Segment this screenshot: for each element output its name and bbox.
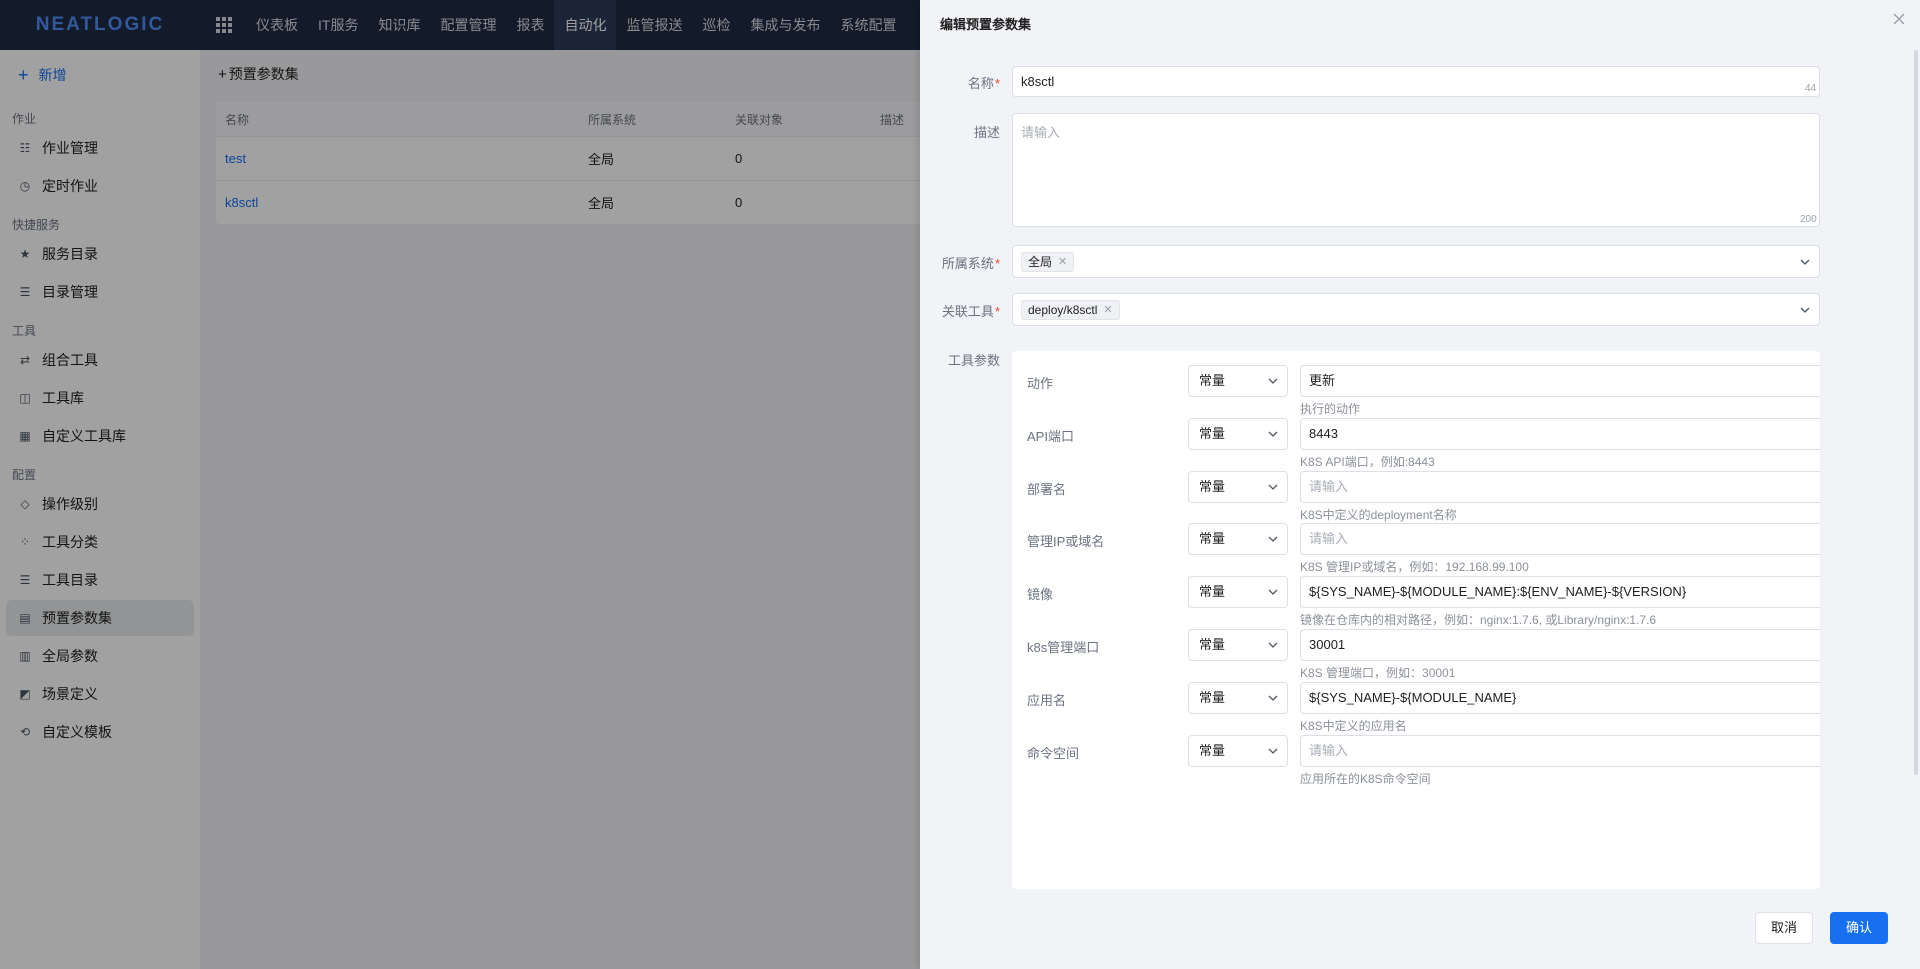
param-hint: K8S 管理端口，例如：30001 (1300, 666, 1456, 680)
chevron-down-icon (1799, 304, 1811, 316)
remove-tag-icon[interactable]: ✕ (1103, 303, 1112, 316)
param-hint: K8S API端口，例如:8443 (1300, 454, 1435, 469)
param-label: 部署名 (1027, 481, 1067, 497)
drawer-scrollbar[interactable] (1914, 50, 1918, 775)
param-type-select[interactable]: 常量 (1188, 365, 1288, 397)
close-icon[interactable] (1890, 12, 1908, 30)
drawer-title: 编辑预置参数集 (940, 17, 1032, 32)
chevron-down-icon (1267, 692, 1279, 704)
param-label: 镜像 (1027, 587, 1054, 603)
remove-tag-icon[interactable]: ✕ (1058, 255, 1067, 268)
param-type-select[interactable]: 常量 (1188, 681, 1288, 714)
desc-label: 描述 (973, 125, 1000, 140)
params-panel: 动作 常量 更新 执行的动作 API端口 常量 8443 K8S API端口，例如:8443 部… (1012, 351, 1820, 889)
param-label: API端口 (1027, 428, 1074, 444)
chevron-down-icon (1267, 639, 1279, 651)
param-row: 命令空间 常量 请输入应用所在的K8S命令空间 (1012, 734, 1820, 799)
system-label: 所属系统* (941, 256, 1000, 271)
chevron-down-icon (1267, 428, 1279, 440)
param-hint: K8S中定义的deployment名称 (1300, 507, 1457, 522)
param-hint: 执行的动作 (1300, 402, 1361, 416)
name-counter: 44 (1805, 83, 1817, 94)
param-value-input[interactable]: 请输入 (1300, 470, 1820, 503)
param-value-input[interactable]: 8443 (1300, 417, 1820, 450)
param-label: 应用名 (1027, 692, 1067, 708)
param-value-input[interactable]: 请输入 (1300, 523, 1820, 556)
param-hint: 应用所在的K8S命令空间 (1300, 771, 1431, 786)
param-type-select[interactable]: 常量 (1188, 523, 1288, 556)
desc-counter: 200 (1800, 214, 1817, 225)
cancel-button[interactable]: 取消 (1755, 912, 1813, 944)
tool-select[interactable]: deploy/k8sctl ✕ (1012, 293, 1820, 326)
param-value-input[interactable]: ${SYS_NAME}-${MODULE_NAME}:${ENV_NAME}-$… (1300, 576, 1820, 609)
chevron-down-icon (1267, 586, 1279, 598)
param-label: 动作 (1027, 376, 1054, 391)
params-label: 工具参数 (947, 353, 1000, 368)
param-hint: 镜像在仓库内的相对路径，例如：nginx:1.7.6, 或Library/ngi… (1300, 613, 1657, 628)
param-type-select[interactable]: 常量 (1188, 734, 1288, 767)
system-select[interactable]: 全局 ✕ (1012, 245, 1820, 278)
modal-overlay[interactable] (0, 0, 920, 969)
chevron-down-icon (1799, 256, 1811, 268)
chevron-down-icon (1267, 481, 1279, 493)
param-hint: K8S 管理IP或域名，例如：192.168.99.100 (1300, 560, 1529, 575)
tool-tag: deploy/k8sctl ✕ (1021, 299, 1120, 320)
param-type-select[interactable]: 常量 (1188, 629, 1288, 661)
param-label: 管理IP或域名 (1027, 534, 1105, 550)
chevron-down-icon (1267, 375, 1279, 387)
param-type-select[interactable]: 常量 (1188, 417, 1288, 450)
chevron-down-icon (1267, 533, 1279, 545)
name-label: 名称* (967, 76, 1000, 91)
desc-textarea[interactable]: 请输入 (1012, 113, 1820, 227)
name-input[interactable]: k8sctl (1012, 66, 1820, 97)
confirm-button[interactable]: 确认 (1830, 912, 1888, 944)
param-value-input[interactable]: 30001 (1300, 629, 1820, 661)
param-value-input[interactable]: 请输入 (1300, 734, 1820, 767)
param-label: k8s管理端口 (1027, 640, 1100, 655)
system-tag: 全局 ✕ (1021, 251, 1075, 272)
param-label: 命令空间 (1027, 745, 1080, 761)
param-hint: K8S中定义的应用名 (1300, 718, 1407, 733)
chevron-down-icon (1267, 745, 1279, 757)
param-type-select[interactable]: 常量 (1188, 576, 1288, 609)
param-value-input[interactable]: ${SYS_NAME}-${MODULE_NAME} (1300, 681, 1820, 714)
tool-label: 关联工具* (941, 304, 1000, 319)
param-value-select[interactable]: 更新 (1300, 365, 1820, 397)
edit-drawer: 编辑预置参数集 名称* k8sctl 44 描述 请输入 200 所属系统* 全… (920, 0, 1920, 969)
param-type-select[interactable]: 常量 (1188, 470, 1288, 503)
